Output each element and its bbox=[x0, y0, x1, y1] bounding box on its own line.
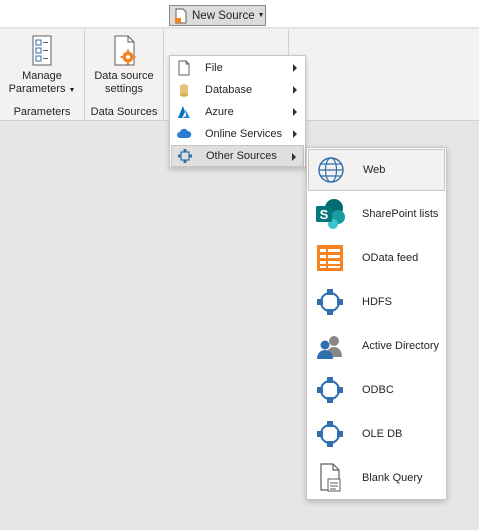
manage-parameters-icon bbox=[32, 35, 52, 66]
submenu-item-label: HDFS bbox=[362, 296, 392, 308]
parameters-group: Manage Parameters ▼ Parameters bbox=[0, 29, 85, 121]
chevron-down-icon: ▼ bbox=[68, 87, 76, 94]
data-source-settings-button[interactable]: Data source settings bbox=[88, 33, 160, 96]
menu-item-azure[interactable]: Azure bbox=[171, 101, 304, 123]
submenu-item-odata-feed[interactable]: OData feed bbox=[308, 237, 445, 279]
submenu-item-label: Web bbox=[363, 164, 386, 176]
menu-item-online-services[interactable]: Online Services bbox=[171, 123, 304, 145]
submenu-item-label: SharePoint lists bbox=[362, 208, 439, 220]
chevron-right-icon bbox=[293, 86, 297, 94]
submenu-item-sharepoint-lists[interactable]: S SharePoint lists bbox=[308, 193, 445, 235]
submenu-item-hdfs[interactable]: HDFS bbox=[308, 281, 445, 323]
manage-label-line1: Manage bbox=[22, 70, 62, 82]
parameters-group-label: Parameters bbox=[13, 106, 71, 118]
chevron-right-icon bbox=[293, 108, 297, 116]
azure-icon bbox=[178, 106, 190, 118]
chevron-right-icon bbox=[292, 153, 296, 161]
connector-icon bbox=[317, 421, 343, 447]
data-source-settings-icon bbox=[114, 35, 136, 66]
file-icon bbox=[178, 60, 190, 76]
settings-label-line1: Data source bbox=[94, 70, 154, 82]
menu-item-label: File bbox=[205, 62, 223, 74]
new-source-menu: File Database Azure Online Services Othe… bbox=[169, 55, 306, 168]
svg-text:S: S bbox=[320, 207, 329, 222]
chevron-right-icon bbox=[293, 64, 297, 72]
data-sources-group: Data source settings Data Sources bbox=[85, 29, 164, 121]
sharepoint-icon: S bbox=[316, 199, 345, 229]
submenu-item-web[interactable]: Web bbox=[308, 149, 445, 191]
settings-label-line2: settings bbox=[105, 83, 143, 95]
submenu-item-label: OData feed bbox=[362, 252, 419, 264]
submenu-item-label: Blank Query bbox=[362, 472, 423, 484]
data-sources-group-label: Data Sources bbox=[90, 106, 158, 118]
submenu-item-label: ODBC bbox=[362, 384, 394, 396]
manage-parameters-button[interactable]: Manage Parameters ▼ bbox=[6, 33, 78, 97]
new-source-icon bbox=[175, 8, 187, 23]
users-icon bbox=[317, 336, 342, 359]
menu-item-file[interactable]: File bbox=[171, 57, 304, 79]
chevron-down-icon: ▼ bbox=[257, 12, 265, 19]
other-sources-icon bbox=[178, 149, 192, 163]
cloud-icon bbox=[177, 128, 192, 138]
submenu-item-label: Active Directory bbox=[362, 340, 440, 352]
manage-label-line2: Parameters bbox=[8, 83, 66, 95]
menu-item-label: Online Services bbox=[205, 128, 283, 140]
submenu-item-label: OLE DB bbox=[362, 428, 403, 440]
new-source-label: New Source bbox=[192, 9, 255, 22]
chevron-right-icon bbox=[293, 130, 297, 138]
menu-item-other-sources[interactable]: Other Sources bbox=[171, 145, 304, 167]
submenu-item-odbc[interactable]: ODBC bbox=[308, 369, 445, 411]
new-source-button[interactable]: New Source ▼ bbox=[169, 5, 266, 26]
menu-item-label: Azure bbox=[205, 106, 234, 118]
submenu-item-active-directory[interactable]: Active Directory bbox=[308, 325, 445, 367]
other-sources-submenu: Web S SharePoint lists OData feed HDFS A… bbox=[306, 147, 447, 500]
menu-item-label: Other Sources bbox=[206, 150, 277, 162]
menu-item-label: Database bbox=[205, 84, 253, 96]
globe-icon bbox=[318, 157, 344, 183]
submenu-item-blank-query[interactable]: Blank Query bbox=[308, 457, 445, 499]
odata-icon bbox=[317, 245, 343, 271]
menu-item-database[interactable]: Database bbox=[171, 79, 304, 101]
connector-icon bbox=[317, 377, 343, 403]
submenu-item-ole-db[interactable]: OLE DB bbox=[308, 413, 445, 455]
database-icon bbox=[180, 84, 188, 97]
connector-icon bbox=[317, 289, 343, 315]
blank-query-icon bbox=[320, 463, 341, 492]
